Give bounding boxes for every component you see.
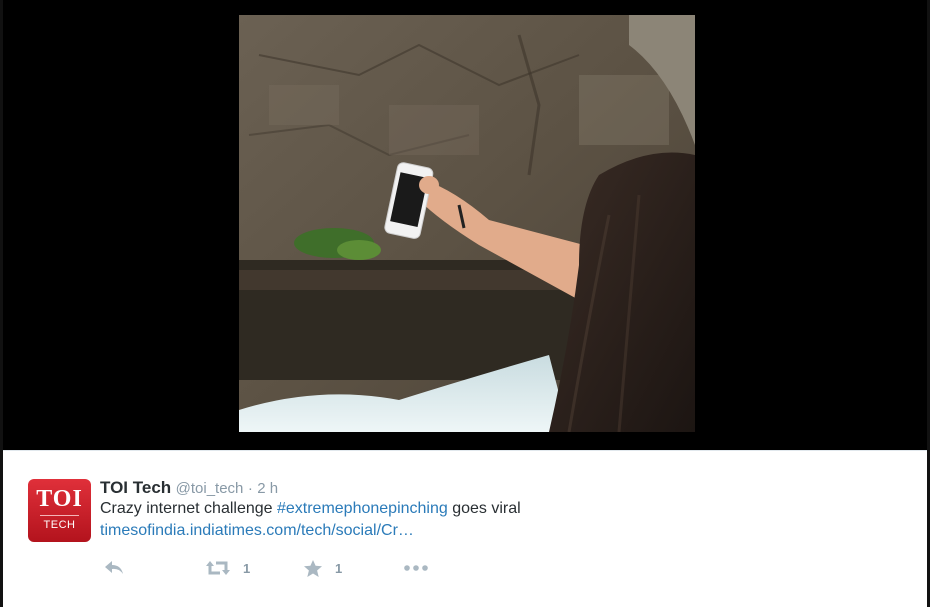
avatar-logo-text: TOI	[36, 486, 83, 512]
tweet-timestamp[interactable]: 2 h	[257, 480, 278, 497]
reply-icon	[105, 561, 123, 574]
article-link[interactable]: timesofindia.indiatimes.com/tech/social/…	[100, 522, 414, 540]
favorite-button[interactable]: 1	[303, 557, 342, 579]
more-button[interactable]	[403, 557, 429, 579]
retweet-count: 1	[243, 560, 251, 576]
user-handle[interactable]: @toi_tech	[176, 480, 244, 497]
reply-button[interactable]	[103, 557, 125, 579]
display-name[interactable]: TOI Tech	[100, 478, 171, 497]
avatar-logo-subtext: TECH	[43, 519, 76, 531]
media-viewer	[3, 0, 927, 450]
tweet-text: Crazy internet challenge #extremephonepi…	[100, 500, 521, 518]
tweet-text-end: goes viral	[447, 500, 521, 517]
tweet-text-start: Crazy internet challenge	[100, 500, 277, 517]
retweet-icon	[206, 561, 230, 575]
header-separator: ·	[247, 480, 253, 497]
avatar[interactable]: TOI TECH	[28, 479, 91, 542]
favorite-count: 1	[335, 560, 343, 576]
tweet-header: TOI Tech @toi_tech · 2 h	[100, 478, 278, 498]
photo-illustration	[239, 15, 695, 432]
tweet-card: TOI TECH TOI Tech @toi_tech · 2 h Crazy …	[3, 450, 927, 607]
tweet-photo[interactable]	[239, 15, 695, 432]
avatar-divider	[40, 515, 79, 516]
retweet-button[interactable]: 1	[205, 557, 250, 579]
tweet-frame: TOI TECH TOI Tech @toi_tech · 2 h Crazy …	[0, 0, 930, 607]
more-icon	[404, 565, 428, 571]
hashtag-link[interactable]: #extremephonepinching	[277, 500, 448, 517]
star-icon	[304, 559, 322, 577]
